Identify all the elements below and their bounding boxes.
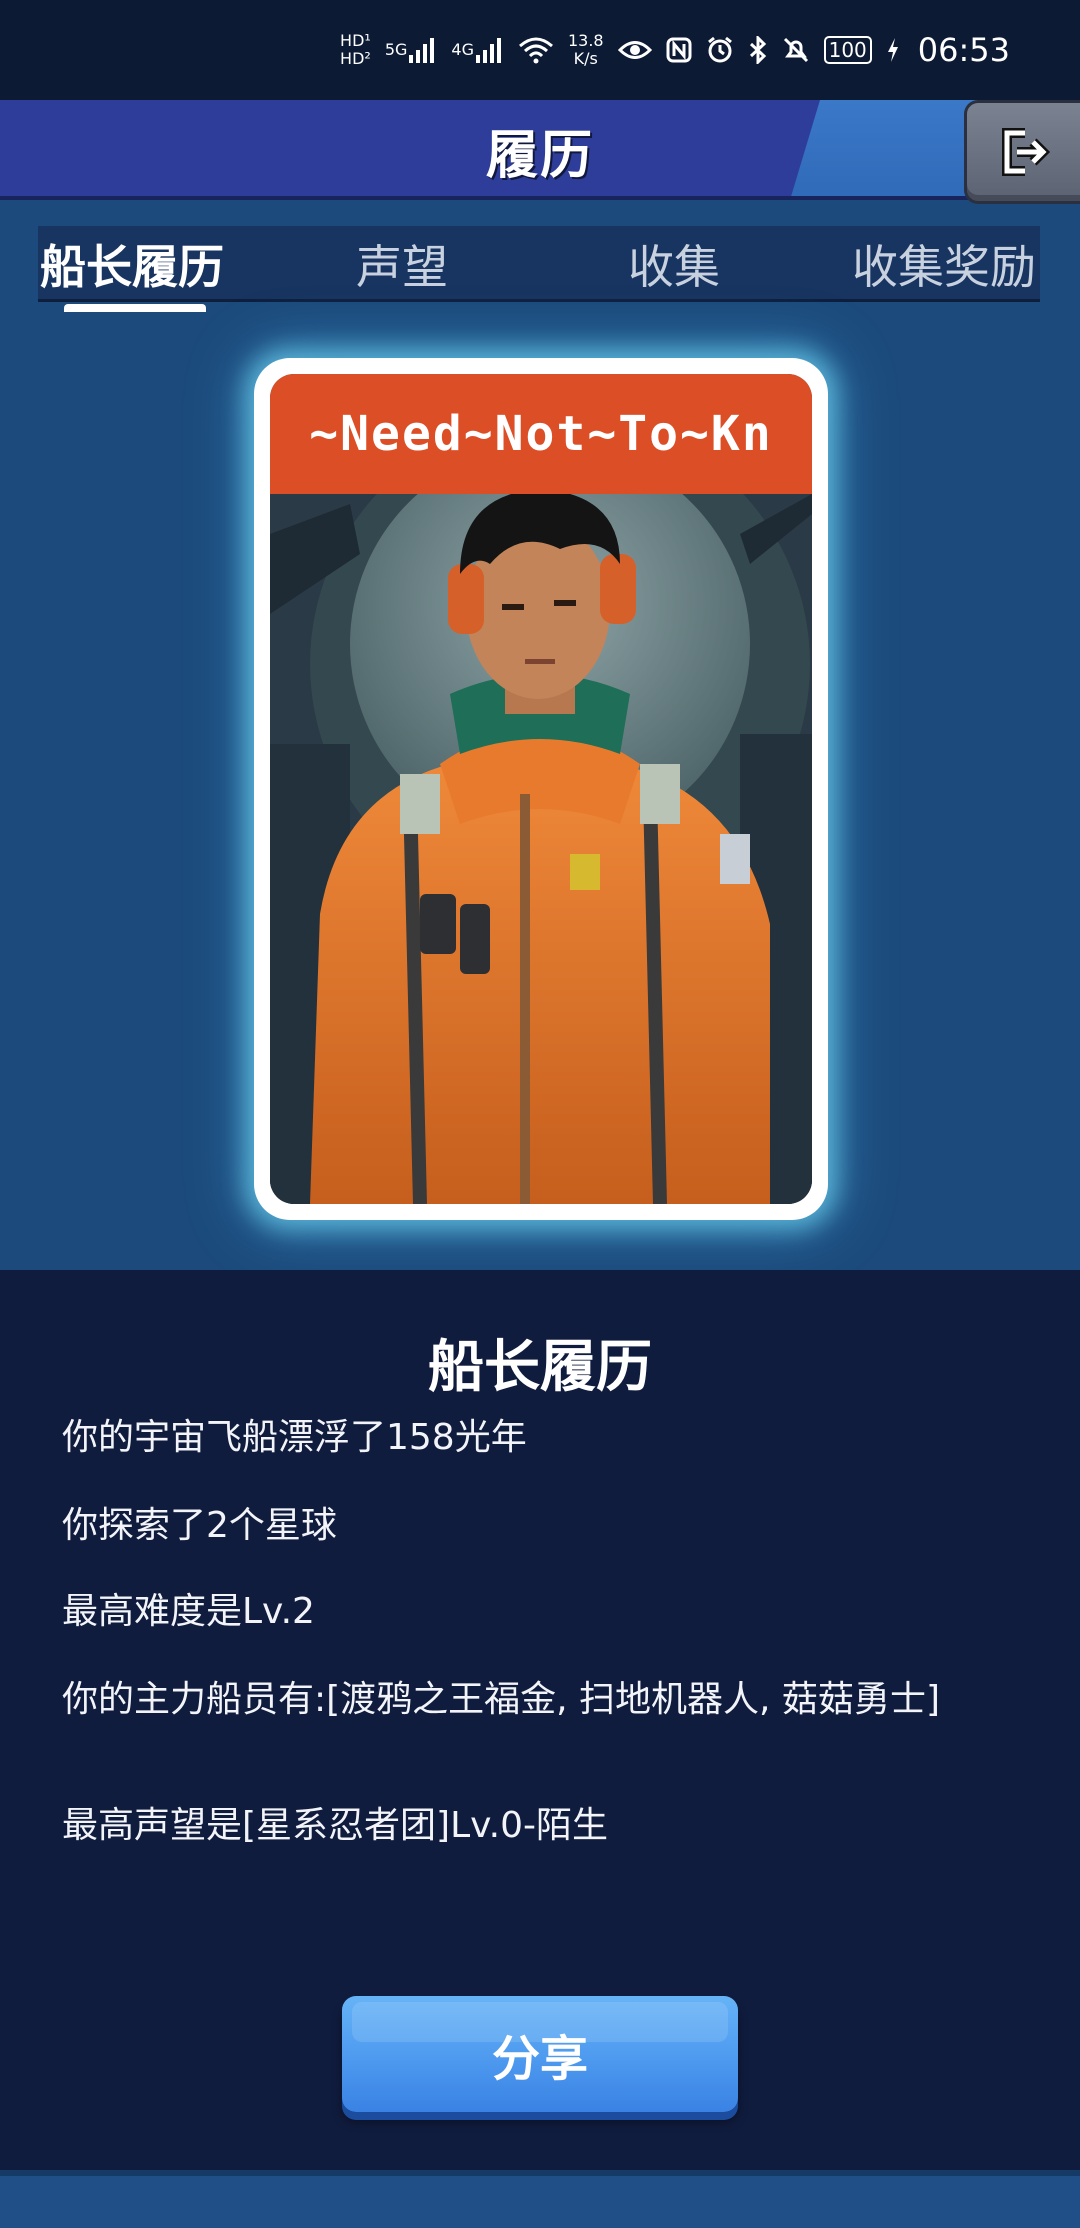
tab-captain-record[interactable]: 船长履历 (40, 226, 224, 302)
exit-icon (1001, 128, 1050, 176)
info-line-crew: 你的主力船员有:[渡鸦之王福金, 扫地机器人, 菇菇勇士] (62, 1679, 940, 1720)
tab-collection-rewards[interactable]: 收集奖励 (852, 226, 1036, 302)
bottom-strip (0, 2170, 1080, 2228)
battery-icon: 100 (823, 36, 872, 64)
hd1-label: HD (340, 31, 365, 50)
status-bar: HD¹ HD² 5G 4G 13.8 K/s 100 06:53 (0, 0, 1080, 100)
page-title: 履历 (485, 125, 594, 186)
share-button[interactable]: 分享 (342, 1996, 738, 2112)
exit-button[interactable] (964, 100, 1080, 204)
card-banner-text: ~Need~Not~To~Kn (309, 406, 773, 462)
signal-5g-icon: 5G (385, 37, 438, 63)
net2-label: 4G (451, 40, 474, 59)
tab-bar: 船长履历 声望 收集 收集奖励 (38, 226, 1040, 302)
character-card-inner: ~Need~Not~To~Kn (270, 374, 812, 1204)
nfc-icon (666, 37, 692, 63)
network-speed: 13.8 K/s (568, 32, 604, 68)
alarm-icon (706, 36, 734, 64)
info-line-reputation: 最高声望是[星系忍者团]Lv.0-陌生 (62, 1805, 608, 1846)
signal-4g-icon: 4G (451, 37, 504, 63)
tab-reputation[interactable]: 声望 (356, 226, 448, 302)
bluetooth-icon (748, 36, 768, 64)
share-button-label: 分享 (491, 2031, 588, 2087)
info-line-distance: 你的宇宙飞船漂浮了158光年 (62, 1417, 527, 1458)
info-heading: 船长履历 (428, 1335, 652, 1400)
hd-indicator: HD¹ HD² (340, 31, 371, 68)
card-banner: ~Need~Not~To~Kn (270, 374, 812, 494)
tab-collection[interactable]: 收集 (628, 226, 720, 302)
mute-bell-icon (782, 36, 810, 64)
speed-value: 13.8 (567, 31, 604, 50)
speed-unit: K/s (573, 49, 598, 68)
captain-portrait (270, 494, 812, 1204)
battery-level: 100 (828, 38, 867, 62)
wifi-icon (518, 36, 554, 64)
info-line-planets: 你探索了2个星球 (62, 1505, 337, 1546)
clock: 06:53 (917, 31, 1010, 69)
active-tab-indicator (64, 304, 206, 312)
net1-label: 5G (384, 40, 408, 59)
eye-icon (617, 39, 652, 61)
charging-icon (886, 37, 900, 63)
info-line-difficulty: 最高难度是Lv.2 (62, 1591, 315, 1632)
hd2-label: HD (340, 49, 365, 68)
